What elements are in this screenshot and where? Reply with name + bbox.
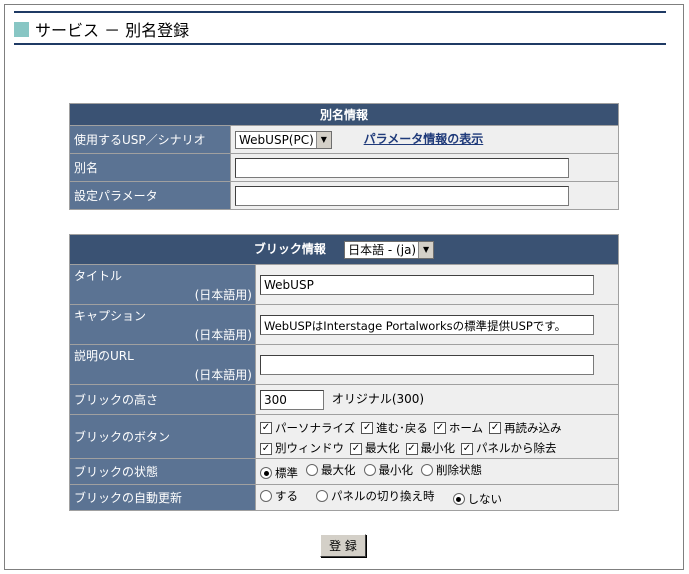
title-label-cell: タイトル (日本語用) — [69, 264, 256, 305]
page-title: サービス － 別名登録 — [14, 17, 189, 41]
checkbox-personalize[interactable]: ✓ パーソナライズ — [260, 419, 355, 438]
height-label: ブリックの高さ — [69, 384, 256, 415]
height-original: オリジナル(300) — [331, 392, 425, 406]
refresh-cell: する パネルの切り換え時 しない — [255, 484, 619, 511]
usp-label: 使用するUSP／シナリオ — [69, 125, 231, 154]
page-title-text: サービス － 別名登録 — [35, 21, 190, 40]
url-label-cell: 説明のURL (日本語用) — [69, 344, 256, 385]
height-input[interactable]: 300 — [260, 389, 324, 410]
radio-icon[interactable] — [316, 489, 328, 502]
checkbox-minimize[interactable]: ✓ 最小化 — [405, 439, 455, 458]
radio-state-minimize[interactable]: 最小化 — [363, 462, 413, 478]
param-input[interactable] — [235, 185, 569, 206]
chevron-down-icon[interactable]: ▼ — [315, 131, 331, 148]
checkbox-checked-icon[interactable]: ✓ — [405, 442, 418, 455]
radio-icon[interactable] — [306, 463, 318, 476]
url-sub: (日本語用) — [194, 368, 252, 382]
radio-refresh-on[interactable]: する — [260, 488, 298, 504]
register-button[interactable]: 登 録 — [320, 534, 366, 557]
caption-label: キャプション — [74, 309, 147, 323]
title-rule-top — [14, 11, 666, 13]
checkbox-forward-back[interactable]: ✓ 進む･戻る — [361, 419, 428, 438]
state-cell: 標準 最大化 最小化 削除状態 — [255, 458, 619, 485]
checkbox-new-window[interactable]: ✓ 別ウィンドウ — [260, 439, 344, 458]
url-input[interactable] — [260, 354, 594, 375]
url-label: 説明のURL — [74, 349, 134, 363]
checkbox-checked-icon[interactable]: ✓ — [489, 422, 502, 434]
checkbox-checked-icon[interactable]: ✓ — [461, 442, 473, 455]
title-square-icon — [14, 21, 29, 37]
radio-refresh-off[interactable]: しない — [452, 491, 502, 507]
caption-input[interactable]: WebUSPはInterstage Portalworksの標準提供USPです。 — [260, 314, 594, 335]
param-info-link[interactable]: パラメータ情報の表示 — [364, 132, 484, 146]
refresh-label: ブリックの自動更新 — [69, 484, 256, 511]
usp-cell: WebUSP(PC) ▼ パラメータ情報の表示 — [230, 125, 619, 154]
brick-info-header-text: ブリック情報 — [253, 242, 326, 257]
checkbox-maximize[interactable]: ✓ 最大化 — [350, 439, 400, 458]
title-input[interactable]: WebUSP — [260, 274, 594, 295]
radio-selected-icon[interactable] — [260, 467, 272, 480]
chevron-down-icon[interactable]: ▼ — [418, 241, 434, 258]
state-label: ブリックの状態 — [69, 458, 256, 485]
checkbox-checked-icon[interactable]: ✓ — [350, 442, 362, 455]
radio-selected-icon[interactable] — [452, 493, 465, 506]
checkbox-remove-from-panel[interactable]: ✓ パネルから除去 — [461, 439, 557, 458]
checkbox-home[interactable]: ✓ ホーム — [433, 419, 483, 438]
lang-select[interactable]: 日本語 - (ja) ▼ — [344, 240, 435, 259]
usp-select-value: WebUSP(PC) — [239, 132, 314, 147]
title-label: タイトル — [74, 269, 123, 283]
brick-info-header: ブリック情報 日本語 - (ja) ▼ — [69, 234, 619, 265]
caption-label-cell: キャプション (日本語用) — [69, 304, 256, 345]
radio-icon[interactable] — [421, 463, 433, 476]
checkbox-checked-icon[interactable]: ✓ — [260, 422, 272, 434]
lang-select-value: 日本語 - (ja) — [348, 243, 417, 258]
title-sub: (日本語用) — [194, 288, 252, 302]
checkbox-checked-icon[interactable]: ✓ — [361, 422, 374, 434]
buttons-cell: ✓ パーソナライズ ✓ 進む･戻る ✓ ホーム ✓ 再読み込み ✓ 別ウィンドウ ✓ 最大化 ✓ 最小化… — [255, 414, 619, 459]
usp-select[interactable]: WebUSP(PC) ▼ — [235, 130, 332, 149]
radio-state-maximize[interactable]: 最大化 — [306, 462, 356, 478]
brick-info-table: ブリック情報 日本語 - (ja) ▼ タイトル (日本語用) WebUSP キ… — [69, 234, 619, 511]
alias-label: 別名 — [69, 153, 231, 182]
checkbox-checked-icon[interactable]: ✓ — [433, 422, 446, 434]
radio-icon[interactable] — [363, 463, 376, 476]
caption-sub: (日本語用) — [194, 328, 252, 342]
checkbox-checked-icon[interactable]: ✓ — [260, 442, 272, 455]
buttons-label: ブリックのボタン — [69, 414, 256, 459]
radio-icon[interactable] — [260, 489, 272, 502]
radio-state-deleted[interactable]: 削除状態 — [421, 462, 482, 478]
radio-state-normal[interactable]: 標準 — [260, 465, 298, 481]
title-rule-bottom — [14, 43, 666, 45]
alias-info-header: 別名情報 — [69, 103, 619, 126]
radio-refresh-on-panel-switch[interactable]: パネルの切り換え時 — [316, 488, 435, 504]
param-label: 設定パラメータ — [69, 181, 231, 210]
checkbox-reload[interactable]: ✓ 再読み込み — [489, 419, 562, 438]
alias-info-table: 別名情報 使用するUSP／シナリオ WebUSP(PC) ▼ パラメータ情報の表… — [69, 103, 619, 210]
alias-input[interactable] — [235, 157, 569, 178]
